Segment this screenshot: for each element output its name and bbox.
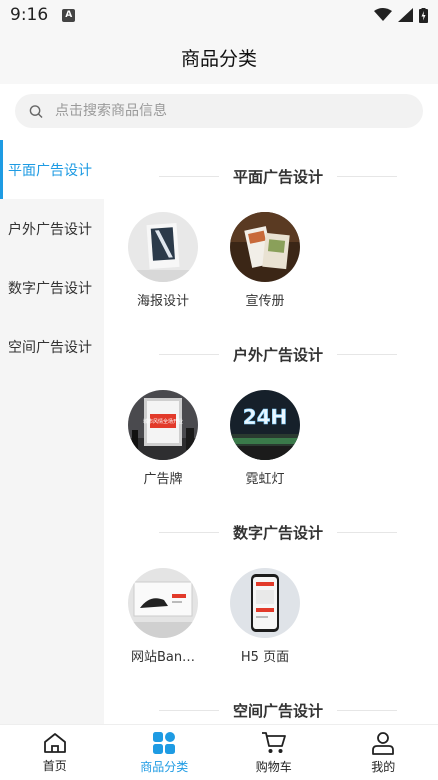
product-grid: 城市风情全场开业 广告牌 24H 霓虹灯 xyxy=(118,390,438,496)
product-item[interactable]: 城市风情全场开业 广告牌 xyxy=(126,390,228,496)
divider xyxy=(337,353,397,355)
status-bar: 9:16 A xyxy=(0,0,438,30)
product-item[interactable]: 海报设计 xyxy=(126,212,228,318)
sidebar-item-print[interactable]: 平面广告设计 xyxy=(0,140,104,199)
signal-icon xyxy=(398,8,413,22)
category-icon xyxy=(153,731,176,754)
product-item[interactable]: 24H 霓虹灯 xyxy=(228,390,330,496)
divider xyxy=(158,531,219,533)
section-title: 数字广告设计 xyxy=(232,523,323,542)
section-header: 户外广告设计 xyxy=(118,318,438,390)
section-header: 数字广告设计 xyxy=(118,496,438,568)
product-image xyxy=(230,568,300,638)
product-item[interactable]: 宣传册 xyxy=(228,212,330,318)
product-label: 广告牌 xyxy=(143,472,183,487)
status-time: 9:16 xyxy=(10,5,49,25)
search-icon xyxy=(29,104,43,118)
divider xyxy=(337,531,397,533)
tab-label: 首页 xyxy=(42,758,67,773)
product-label: 网站Ban… xyxy=(130,650,196,665)
user-icon xyxy=(372,731,395,755)
product-label: 霓虹灯 xyxy=(245,472,285,487)
product-image xyxy=(230,212,300,282)
product-grid: 网站Ban… H5 页面 xyxy=(118,568,438,674)
tab-home[interactable]: 首页 xyxy=(0,725,110,780)
product-item[interactable]: H5 页面 xyxy=(228,568,330,674)
tab-label: 商品分类 xyxy=(140,759,189,774)
divider xyxy=(158,709,219,711)
notification-icon: A xyxy=(62,8,76,22)
battery-icon xyxy=(419,7,428,23)
section-header: 平面广告设计 xyxy=(118,140,438,212)
tab-mine[interactable]: 我的 xyxy=(329,725,438,780)
section-title: 平面广告设计 xyxy=(232,167,323,186)
divider xyxy=(337,175,397,177)
product-image: 24H xyxy=(230,390,300,460)
search-input[interactable] xyxy=(54,103,409,119)
product-image xyxy=(128,212,198,282)
sidebar-item-space[interactable]: 空间广告设计 xyxy=(0,317,104,376)
home-icon xyxy=(43,732,66,753)
billboard-text: 城市风情全场开业 xyxy=(143,418,183,425)
product-label: 海报设计 xyxy=(136,294,189,309)
product-image: 城市风情全场开业 xyxy=(128,390,198,460)
tab-category[interactable]: 商品分类 xyxy=(110,725,220,780)
section-title: 户外广告设计 xyxy=(232,345,323,364)
search-box[interactable] xyxy=(15,94,423,128)
tab-cart[interactable]: 购物车 xyxy=(219,725,329,780)
section-header: 空间广告设计 xyxy=(118,674,438,724)
search-bar xyxy=(0,84,438,140)
tab-label: 我的 xyxy=(371,759,396,774)
category-content: 平面广告设计 户外广告设计 数字广告设计 空间广告设计 平面广告设计 海报设计 … xyxy=(0,140,438,724)
divider xyxy=(337,709,397,711)
product-item[interactable]: 网站Ban… xyxy=(126,568,228,674)
wifi-icon xyxy=(374,8,392,21)
page-title: 商品分类 xyxy=(0,30,438,84)
product-grid: 海报设计 宣传册 xyxy=(118,212,438,318)
section-title: 空间广告设计 xyxy=(232,701,323,720)
sidebar-item-outdoor[interactable]: 户外广告设计 xyxy=(0,199,104,258)
tab-label: 购物车 xyxy=(255,759,292,774)
cart-icon xyxy=(261,731,286,753)
product-label: 宣传册 xyxy=(245,294,285,309)
category-sidebar: 平面广告设计 户外广告设计 数字广告设计 空间广告设计 xyxy=(0,140,104,724)
sidebar-item-digital[interactable]: 数字广告设计 xyxy=(0,258,104,317)
neon-text: 24H xyxy=(243,405,288,429)
product-image xyxy=(128,568,198,638)
divider xyxy=(158,353,219,355)
divider xyxy=(158,175,219,177)
product-label: H5 页面 xyxy=(240,650,290,665)
bottom-tabbar: 首页 商品分类 购物车 我的 xyxy=(0,724,438,780)
category-main: 平面广告设计 海报设计 宣传册 户外广告设计 城市风情全场开业 广告牌 24H … xyxy=(104,140,438,724)
